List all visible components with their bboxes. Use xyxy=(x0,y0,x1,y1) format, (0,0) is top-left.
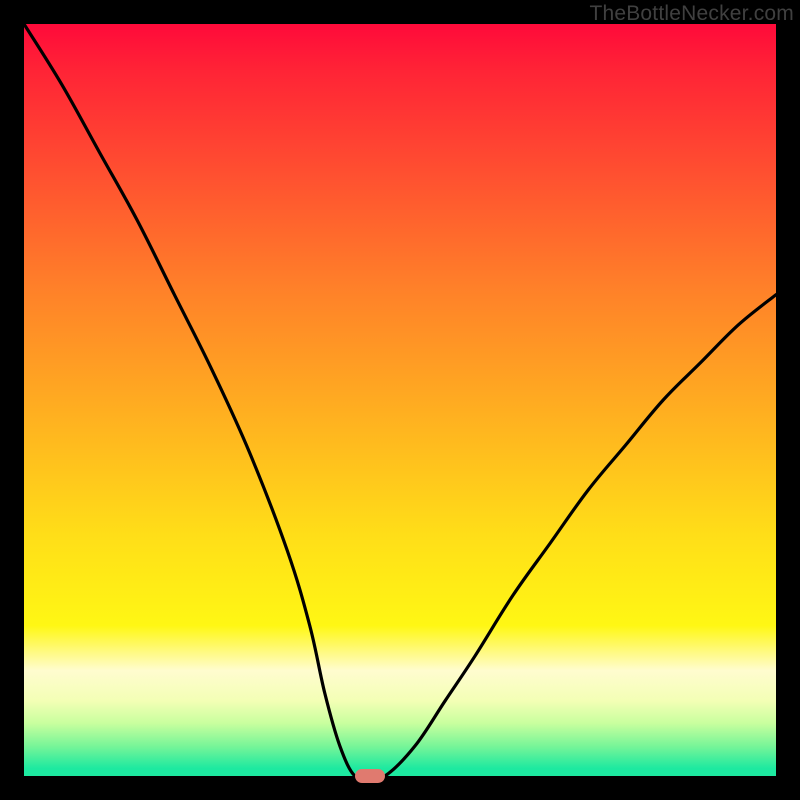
optimum-marker xyxy=(355,769,385,783)
bottleneck-curve xyxy=(24,24,776,776)
chart-frame: TheBottleNecker.com xyxy=(0,0,800,800)
plot-area xyxy=(24,24,776,776)
watermark-text: TheBottleNecker.com xyxy=(589,2,794,26)
